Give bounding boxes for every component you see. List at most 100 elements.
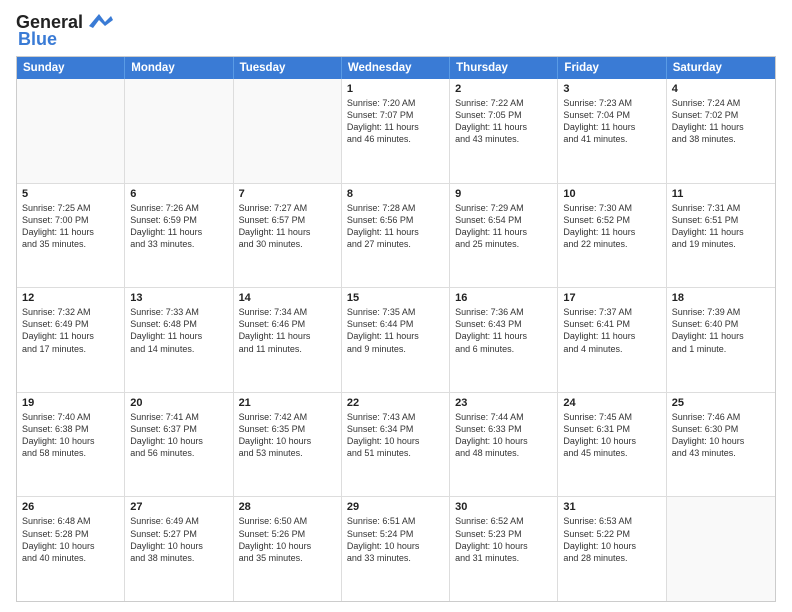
day-number: 18 bbox=[672, 292, 770, 304]
cal-cell-day-13: 13 Sunrise: 7:33 AM Sunset: 6:48 PM Dayli… bbox=[125, 288, 233, 392]
cal-cell-day-21: 21 Sunrise: 7:42 AM Sunset: 6:35 PM Dayli… bbox=[234, 393, 342, 497]
cal-cell-day-17: 17Sunrise: 7:37 AM Sunset: 6:41 PM Dayli… bbox=[558, 288, 666, 392]
page: General Blue SundayMondayTuesdayWednesda… bbox=[0, 0, 792, 612]
day-number: 12 bbox=[22, 292, 119, 304]
header-day-tuesday: Tuesday bbox=[234, 57, 342, 79]
calendar-body: 1 Sunrise: 7:20 AM Sunset: 7:07 PM Daylig… bbox=[17, 79, 775, 601]
cal-cell-day-9: 9 Sunrise: 7:29 AM Sunset: 6:54 PM Daylig… bbox=[450, 184, 558, 288]
cal-cell-day-6: 6 Sunrise: 7:26 AM Sunset: 6:59 PM Daylig… bbox=[125, 184, 233, 288]
cal-cell-day-29: 29 Sunrise: 6:51 AM Sunset: 5:24 PM Dayli… bbox=[342, 497, 450, 601]
day-number: 30 bbox=[455, 501, 552, 513]
header-day-sunday: Sunday bbox=[17, 57, 125, 79]
cal-cell-day-18: 18 Sunrise: 7:39 AM Sunset: 6:40 PM Dayli… bbox=[667, 288, 775, 392]
cal-cell-day-23: 23 Sunrise: 7:44 AM Sunset: 6:33 PM Dayli… bbox=[450, 393, 558, 497]
cell-sun-info: Sunrise: 6:50 AM Sunset: 5:26 PM Dayligh… bbox=[239, 515, 336, 564]
day-number: 7 bbox=[239, 188, 336, 200]
cell-sun-info: Sunrise: 7:46 AM Sunset: 6:30 PM Dayligh… bbox=[672, 411, 770, 460]
cell-sun-info: Sunrise: 7:30 AM Sunset: 6:52 PM Dayligh… bbox=[563, 202, 660, 251]
cell-sun-info: Sunrise: 7:34 AM Sunset: 6:46 PM Dayligh… bbox=[239, 306, 336, 355]
day-number: 2 bbox=[455, 83, 552, 95]
cell-sun-info: Sunrise: 7:24 AM Sunset: 7:02 PM Dayligh… bbox=[672, 97, 770, 146]
cal-cell-day-20: 20 Sunrise: 7:41 AM Sunset: 6:37 PM Dayli… bbox=[125, 393, 233, 497]
day-number: 4 bbox=[672, 83, 770, 95]
cell-sun-info: Sunrise: 6:48 AM Sunset: 5:28 PM Dayligh… bbox=[22, 515, 119, 564]
day-number: 9 bbox=[455, 188, 552, 200]
day-number: 14 bbox=[239, 292, 336, 304]
logo: General Blue bbox=[16, 12, 113, 50]
day-number: 16 bbox=[455, 292, 552, 304]
day-number: 26 bbox=[22, 501, 119, 513]
cell-sun-info: Sunrise: 7:25 AM Sunset: 7:00 PM Dayligh… bbox=[22, 202, 119, 251]
cell-sun-info: Sunrise: 7:42 AM Sunset: 6:35 PM Dayligh… bbox=[239, 411, 336, 460]
cell-sun-info: Sunrise: 7:20 AM Sunset: 7:07 PM Dayligh… bbox=[347, 97, 444, 146]
logo-blue: Blue bbox=[18, 29, 57, 50]
day-number: 29 bbox=[347, 501, 444, 513]
calendar-header: SundayMondayTuesdayWednesdayThursdayFrid… bbox=[17, 57, 775, 79]
logo-bird-icon bbox=[85, 12, 113, 30]
header-day-friday: Friday bbox=[558, 57, 666, 79]
cal-cell-day-15: 15 Sunrise: 7:35 AM Sunset: 6:44 PM Dayli… bbox=[342, 288, 450, 392]
day-number: 1 bbox=[347, 83, 444, 95]
cal-cell-day-2: 2 Sunrise: 7:22 AM Sunset: 7:05 PM Daylig… bbox=[450, 79, 558, 183]
cal-cell-day-5: 5Sunrise: 7:25 AM Sunset: 7:00 PM Daylig… bbox=[17, 184, 125, 288]
cell-sun-info: Sunrise: 7:44 AM Sunset: 6:33 PM Dayligh… bbox=[455, 411, 552, 460]
cell-sun-info: Sunrise: 6:51 AM Sunset: 5:24 PM Dayligh… bbox=[347, 515, 444, 564]
cell-sun-info: Sunrise: 6:53 AM Sunset: 5:22 PM Dayligh… bbox=[563, 515, 660, 564]
cell-sun-info: Sunrise: 7:39 AM Sunset: 6:40 PM Dayligh… bbox=[672, 306, 770, 355]
day-number: 6 bbox=[130, 188, 227, 200]
cal-cell-day-1: 1 Sunrise: 7:20 AM Sunset: 7:07 PM Daylig… bbox=[342, 79, 450, 183]
calendar-row-2: 5Sunrise: 7:25 AM Sunset: 7:00 PM Daylig… bbox=[17, 184, 775, 289]
calendar-row-5: 26 Sunrise: 6:48 AM Sunset: 5:28 PM Dayli… bbox=[17, 497, 775, 601]
day-number: 24 bbox=[563, 397, 660, 409]
cal-cell-day-22: 22Sunrise: 7:43 AM Sunset: 6:34 PM Dayli… bbox=[342, 393, 450, 497]
cell-sun-info: Sunrise: 7:22 AM Sunset: 7:05 PM Dayligh… bbox=[455, 97, 552, 146]
cal-cell-day-11: 11 Sunrise: 7:31 AM Sunset: 6:51 PM Dayli… bbox=[667, 184, 775, 288]
cal-cell-day-28: 28 Sunrise: 6:50 AM Sunset: 5:26 PM Dayli… bbox=[234, 497, 342, 601]
cell-sun-info: Sunrise: 7:26 AM Sunset: 6:59 PM Dayligh… bbox=[130, 202, 227, 251]
day-number: 20 bbox=[130, 397, 227, 409]
cell-sun-info: Sunrise: 7:29 AM Sunset: 6:54 PM Dayligh… bbox=[455, 202, 552, 251]
cal-cell-day-14: 14 Sunrise: 7:34 AM Sunset: 6:46 PM Dayli… bbox=[234, 288, 342, 392]
cell-sun-info: Sunrise: 6:49 AM Sunset: 5:27 PM Dayligh… bbox=[130, 515, 227, 564]
header: General Blue bbox=[16, 12, 776, 50]
calendar-row-3: 12 Sunrise: 7:32 AM Sunset: 6:49 PM Dayli… bbox=[17, 288, 775, 393]
calendar: SundayMondayTuesdayWednesdayThursdayFrid… bbox=[16, 56, 776, 602]
day-number: 31 bbox=[563, 501, 660, 513]
cal-cell-day-31: 31 Sunrise: 6:53 AM Sunset: 5:22 PM Dayli… bbox=[558, 497, 666, 601]
cell-sun-info: Sunrise: 7:35 AM Sunset: 6:44 PM Dayligh… bbox=[347, 306, 444, 355]
day-number: 19 bbox=[22, 397, 119, 409]
cell-sun-info: Sunrise: 7:28 AM Sunset: 6:56 PM Dayligh… bbox=[347, 202, 444, 251]
day-number: 21 bbox=[239, 397, 336, 409]
cell-sun-info: Sunrise: 7:40 AM Sunset: 6:38 PM Dayligh… bbox=[22, 411, 119, 460]
day-number: 13 bbox=[130, 292, 227, 304]
cell-sun-info: Sunrise: 7:41 AM Sunset: 6:37 PM Dayligh… bbox=[130, 411, 227, 460]
cell-sun-info: Sunrise: 7:23 AM Sunset: 7:04 PM Dayligh… bbox=[563, 97, 660, 146]
cal-cell-empty bbox=[125, 79, 233, 183]
cell-sun-info: Sunrise: 7:27 AM Sunset: 6:57 PM Dayligh… bbox=[239, 202, 336, 251]
day-number: 8 bbox=[347, 188, 444, 200]
cell-sun-info: Sunrise: 7:45 AM Sunset: 6:31 PM Dayligh… bbox=[563, 411, 660, 460]
cal-cell-empty bbox=[667, 497, 775, 601]
day-number: 28 bbox=[239, 501, 336, 513]
day-number: 22 bbox=[347, 397, 444, 409]
day-number: 17 bbox=[563, 292, 660, 304]
header-day-wednesday: Wednesday bbox=[342, 57, 450, 79]
cal-cell-day-24: 24 Sunrise: 7:45 AM Sunset: 6:31 PM Dayli… bbox=[558, 393, 666, 497]
cal-cell-day-19: 19 Sunrise: 7:40 AM Sunset: 6:38 PM Dayli… bbox=[17, 393, 125, 497]
day-number: 3 bbox=[563, 83, 660, 95]
day-number: 23 bbox=[455, 397, 552, 409]
cal-cell-day-10: 10 Sunrise: 7:30 AM Sunset: 6:52 PM Dayli… bbox=[558, 184, 666, 288]
cal-cell-day-3: 3 Sunrise: 7:23 AM Sunset: 7:04 PM Daylig… bbox=[558, 79, 666, 183]
cal-cell-empty bbox=[234, 79, 342, 183]
cell-sun-info: Sunrise: 7:31 AM Sunset: 6:51 PM Dayligh… bbox=[672, 202, 770, 251]
cal-cell-day-16: 16Sunrise: 7:36 AM Sunset: 6:43 PM Dayli… bbox=[450, 288, 558, 392]
day-number: 15 bbox=[347, 292, 444, 304]
cell-sun-info: Sunrise: 7:32 AM Sunset: 6:49 PM Dayligh… bbox=[22, 306, 119, 355]
cal-cell-day-30: 30Sunrise: 6:52 AM Sunset: 5:23 PM Dayli… bbox=[450, 497, 558, 601]
cal-cell-empty bbox=[17, 79, 125, 183]
cell-sun-info: Sunrise: 7:33 AM Sunset: 6:48 PM Dayligh… bbox=[130, 306, 227, 355]
day-number: 11 bbox=[672, 188, 770, 200]
cal-cell-day-4: 4 Sunrise: 7:24 AM Sunset: 7:02 PM Daylig… bbox=[667, 79, 775, 183]
day-number: 10 bbox=[563, 188, 660, 200]
calendar-row-4: 19 Sunrise: 7:40 AM Sunset: 6:38 PM Dayli… bbox=[17, 393, 775, 498]
